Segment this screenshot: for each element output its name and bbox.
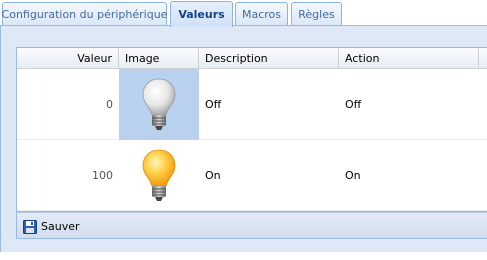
tab-device-configuration[interactable]: Configuration du périphérique bbox=[2, 2, 167, 26]
tab-values[interactable]: Valeurs bbox=[170, 1, 233, 27]
column-header-image[interactable]: Image bbox=[119, 48, 199, 69]
values-grid: Valeur Image Description Action 0 Off Of… bbox=[16, 47, 487, 212]
tab-strip: Configuration du périphérique Valeurs Ma… bbox=[0, 0, 487, 27]
column-header-value[interactable]: Valeur bbox=[17, 48, 119, 69]
bulb-off-icon bbox=[142, 78, 176, 130]
grid-header: Valeur Image Description Action bbox=[17, 48, 487, 69]
value-cell: 0 bbox=[106, 98, 113, 111]
save-button-label: Sauver bbox=[41, 220, 80, 233]
action-cell: On bbox=[345, 169, 361, 182]
table-row[interactable]: 100 On On bbox=[17, 140, 487, 211]
column-header-description[interactable]: Description bbox=[199, 48, 339, 69]
action-cell: Off bbox=[345, 98, 362, 111]
bulb-on-icon bbox=[142, 149, 176, 201]
grid-toolbar: Sauver bbox=[16, 212, 487, 239]
save-button[interactable]: Sauver bbox=[23, 218, 80, 235]
tab-rules[interactable]: Règles bbox=[291, 2, 342, 26]
image-cell[interactable] bbox=[119, 69, 199, 140]
column-header-action[interactable]: Action bbox=[339, 48, 479, 69]
tab-macros[interactable]: Macros bbox=[235, 2, 288, 26]
description-cell: On bbox=[205, 169, 221, 182]
description-cell: Off bbox=[205, 98, 222, 111]
image-cell[interactable] bbox=[119, 140, 199, 211]
table-row[interactable]: 0 Off Off bbox=[17, 69, 487, 140]
value-cell: 100 bbox=[92, 169, 113, 182]
floppy-disk-icon bbox=[23, 219, 37, 234]
